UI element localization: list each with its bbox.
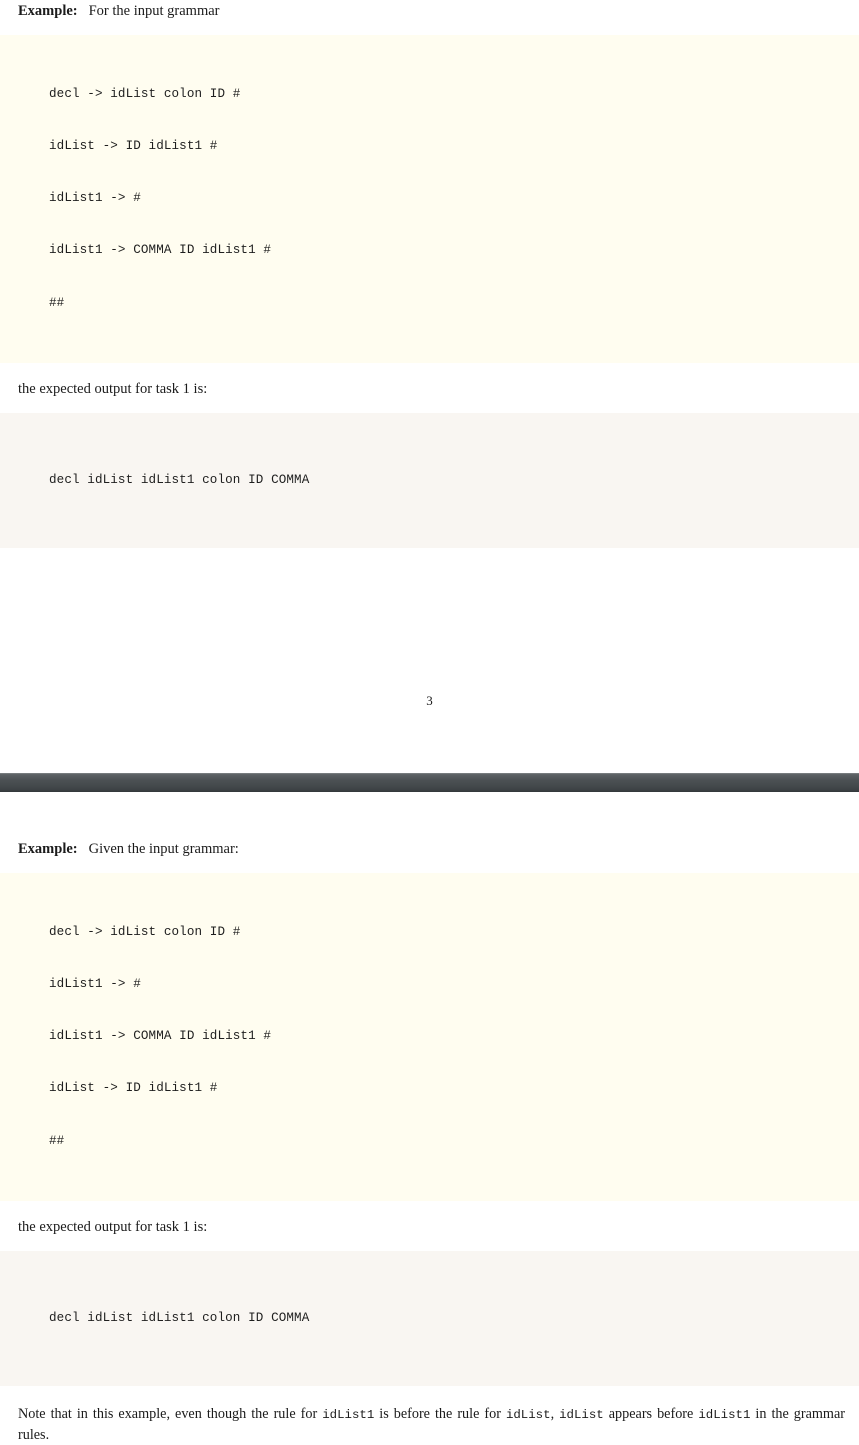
note-paragraph: Note that in this example, even though t… [0, 1404, 859, 1445]
expected-output-lead-page-one: the expected output for task 1 is: [18, 380, 208, 397]
spacer [0, 1237, 859, 1251]
code-line: idList1 -> # [49, 977, 141, 992]
spacer [0, 708, 859, 773]
code-line: idList1 -> COMMA ID idList1 # [49, 1029, 272, 1044]
example-heading-page-two: Example: Given the input grammar: [0, 838, 859, 860]
code-line: decl -> idList colon ID # [49, 86, 241, 101]
spacer [0, 1385, 859, 1404]
note-text-part: , [550, 1405, 560, 1422]
example-label: Example: [18, 3, 78, 19]
example-heading-page-one: Example: For the input grammar [0, 0, 859, 22]
code-line: idList -> ID idList1 # [49, 139, 218, 154]
code-line: decl -> idList colon ID # [49, 924, 241, 939]
note-text-part: appears before [603, 1405, 699, 1422]
grammar-code-block-page-one: decl -> idList colon ID # idList -> ID i… [0, 35, 859, 363]
grammar-code-block-page-two: decl -> idList colon ID # idList1 -> # i… [0, 872, 859, 1201]
output-code-block-page-one: decl idList idList1 colon ID COMMA [0, 412, 859, 548]
spacer [0, 1200, 859, 1217]
code-line: decl idList idList1 colon ID COMMA [49, 472, 310, 487]
code-line: idList1 -> # [49, 191, 141, 206]
expected-output-lead-page-two: the expected output for task 1 is: [18, 1218, 208, 1235]
note-text-part: is before the rule for [374, 1405, 506, 1422]
note-inline-code: idList [559, 1407, 604, 1422]
page-separator-bar [0, 772, 859, 792]
code-line: ## [49, 1133, 65, 1148]
spacer [0, 22, 859, 36]
document-page-three: Example: For the input grammar decl -> id… [0, 0, 859, 773]
note-inline-code: idList1 [698, 1407, 751, 1422]
spacer [0, 859, 859, 873]
note-inline-code: idList1 [322, 1407, 375, 1422]
page-number: 3 [426, 692, 433, 708]
code-line: idList1 -> COMMA ID idList1 # [49, 243, 272, 258]
spacer [0, 362, 859, 379]
spacer [0, 547, 859, 693]
spacer [0, 399, 859, 413]
code-line: idList -> ID idList1 # [49, 1081, 218, 1096]
code-line: ## [49, 295, 65, 310]
note-text-part: Note that in this example, even though t… [18, 1405, 323, 1422]
example-label: Example: [18, 840, 78, 857]
document-page-four: Example: Given the input grammar: decl ->… [0, 791, 859, 1445]
example-description: For the input grammar [88, 3, 220, 19]
output-code-block-page-two: decl idList idList1 colon ID COMMA [0, 1250, 859, 1386]
note-inline-code: idList [505, 1407, 551, 1422]
example-description: Given the input grammar: [88, 840, 239, 857]
code-line: decl idList idList1 colon ID COMMA [49, 1310, 310, 1325]
spacer [0, 791, 859, 838]
